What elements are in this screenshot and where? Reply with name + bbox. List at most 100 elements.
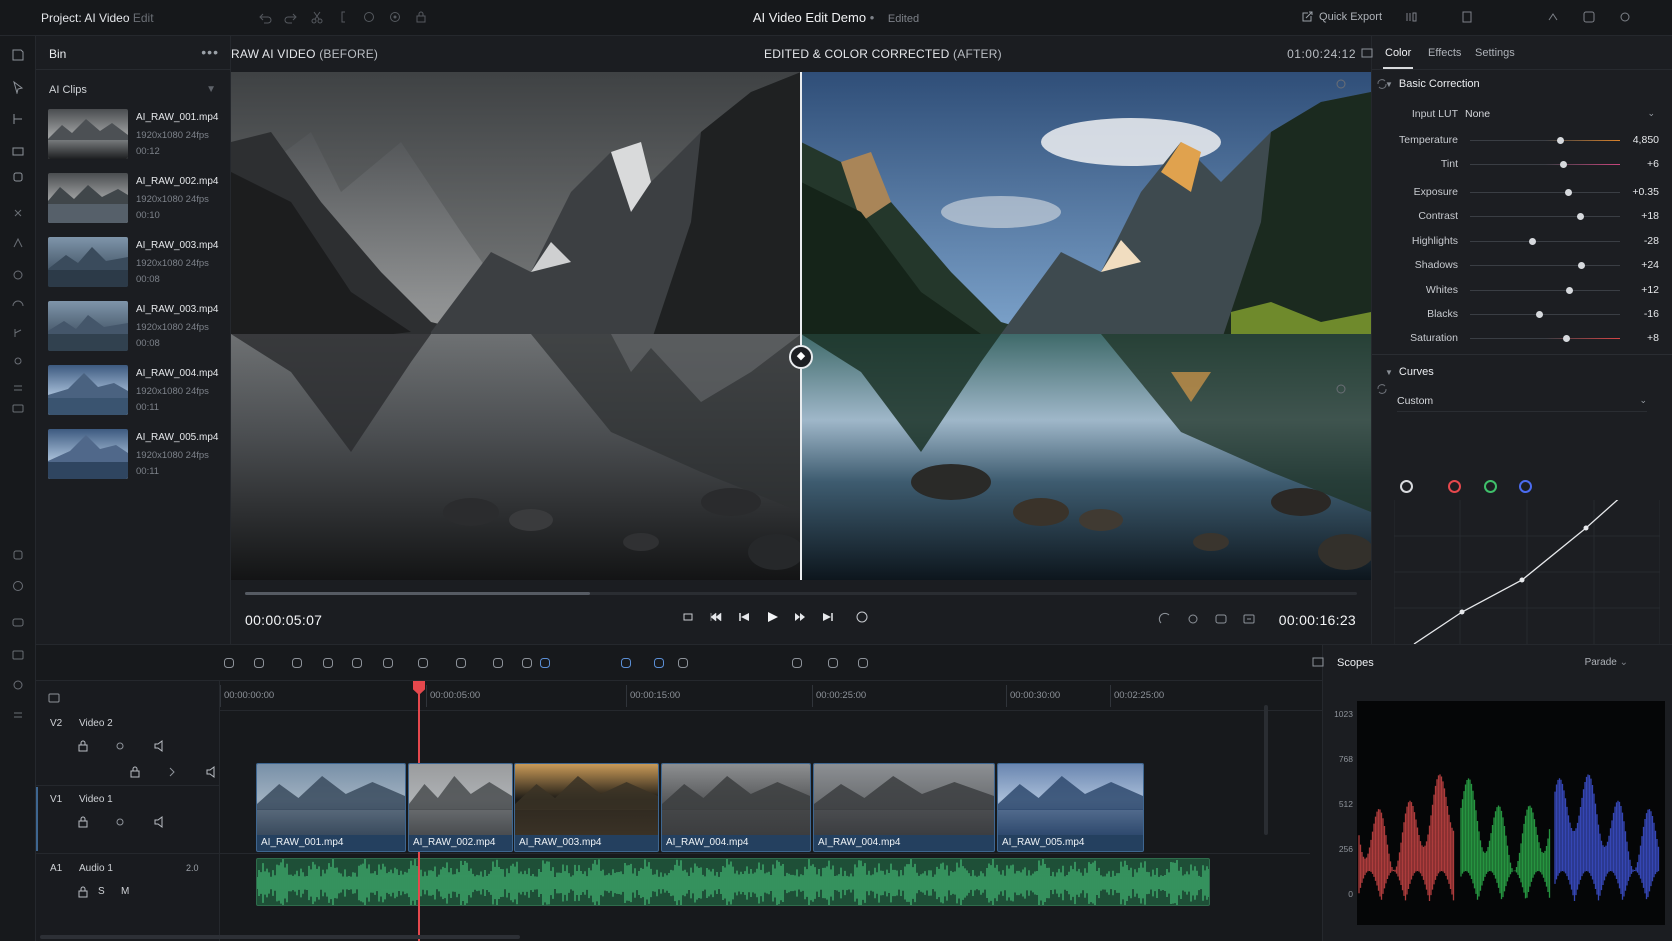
speaker-icon[interactable] xyxy=(205,765,219,779)
slider-track[interactable] xyxy=(1470,238,1620,245)
text-tool-icon[interactable] xyxy=(11,236,25,250)
ripple-icon[interactable] xyxy=(11,678,25,692)
slider-track[interactable] xyxy=(1470,137,1620,144)
ripple-delete-icon[interactable] xyxy=(222,656,236,670)
step-forward-icon[interactable] xyxy=(793,610,807,624)
timeline-video-clip[interactable]: AI_RAW_004.mp4 xyxy=(661,763,811,852)
slider-knob[interactable] xyxy=(1578,262,1585,269)
bin-folder[interactable]: AI Clips xyxy=(49,84,87,96)
tab-settings[interactable]: Settings xyxy=(1475,47,1515,59)
eye-icon[interactable] xyxy=(113,739,127,753)
camera-icon[interactable] xyxy=(11,401,25,415)
step-back-icon[interactable] xyxy=(737,610,751,624)
compare-divider[interactable] xyxy=(800,72,802,580)
slider-knob[interactable] xyxy=(1528,238,1536,245)
marker-icon[interactable] xyxy=(11,381,25,395)
speaker-icon[interactable] xyxy=(153,815,167,829)
audio-sync-icon[interactable] xyxy=(790,656,804,670)
loop-icon[interactable] xyxy=(681,610,695,624)
lock-tracks-icon[interactable] xyxy=(826,656,840,670)
blade-tool-icon[interactable] xyxy=(11,144,25,158)
comment-icon[interactable] xyxy=(11,616,25,630)
skip-back-icon[interactable] xyxy=(709,610,723,624)
lock-icon[interactable] xyxy=(76,739,90,753)
speaker-icon[interactable] xyxy=(153,739,167,753)
timeline-video-clip[interactable]: AI_RAW_001.mp4 xyxy=(256,763,406,852)
slider-contrast[interactable]: Contrast +18 xyxy=(1372,209,1672,225)
scope-expand-icon[interactable] xyxy=(1311,655,1325,669)
scope-mode-dropdown[interactable]: Parade ⌄ xyxy=(1585,657,1628,668)
link-icon[interactable] xyxy=(520,656,534,670)
expand-icon[interactable] xyxy=(1242,612,1256,626)
slider-track[interactable] xyxy=(1470,262,1620,269)
slider-knob[interactable] xyxy=(1576,213,1584,220)
fullscreen-icon[interactable] xyxy=(1460,10,1474,24)
history-icon[interactable] xyxy=(11,579,25,593)
settings-icon[interactable] xyxy=(1618,10,1632,24)
bin-clip[interactable]: AI_RAW_002.mp4 1920x1080 24fps 00:10 xyxy=(48,173,228,229)
timeline-vscrollbar[interactable] xyxy=(1264,705,1268,835)
slider-knob[interactable] xyxy=(1557,137,1564,144)
effects-icon[interactable] xyxy=(11,268,25,282)
timeline-video-clip[interactable]: AI_RAW_005.mp4 xyxy=(997,763,1144,852)
share-icon[interactable] xyxy=(1546,10,1560,24)
curves-header[interactable]: ▼ Curves xyxy=(1385,366,1434,378)
zoom-in-icon[interactable] xyxy=(619,656,633,670)
slider-tint[interactable]: Tint +6 xyxy=(1372,157,1672,173)
slip-icon[interactable] xyxy=(321,656,335,670)
history-icon[interactable] xyxy=(856,656,870,670)
slider-knob[interactable] xyxy=(1536,311,1543,318)
bin-clip[interactable]: AI_RAW_001.mp4 1920x1080 24fps 00:12 xyxy=(48,109,228,165)
layout-icon[interactable] xyxy=(1582,10,1596,24)
audio-clip[interactable] xyxy=(256,858,1210,906)
refresh-icon[interactable] xyxy=(1375,77,1389,91)
slider-knob[interactable] xyxy=(1563,335,1570,342)
render-queue-icon[interactable] xyxy=(1404,10,1418,24)
compare-handle[interactable]: ◆ xyxy=(789,345,813,369)
slider-track[interactable] xyxy=(1470,335,1620,342)
tab-effects[interactable]: Effects xyxy=(1428,47,1461,59)
speed-ramp-icon[interactable] xyxy=(416,656,430,670)
scrub-bar[interactable] xyxy=(245,592,1357,595)
bin-clip[interactable]: AI_RAW_003.mp4 1920x1080 24fps 00:08 xyxy=(48,237,228,293)
marker-icon[interactable] xyxy=(491,656,505,670)
chevron-right-icon[interactable] xyxy=(165,765,179,779)
render-icon[interactable] xyxy=(11,548,25,562)
curves-preset-dropdown[interactable]: Custom ⌄ xyxy=(1397,392,1647,412)
fit-icon[interactable] xyxy=(676,656,690,670)
chevron-down-icon[interactable]: ▼ xyxy=(206,84,216,95)
tab-color[interactable]: Color xyxy=(1382,47,1414,69)
slider-knob[interactable] xyxy=(1566,287,1573,294)
mute-button[interactable]: M xyxy=(121,886,129,897)
solo-button[interactable]: S xyxy=(98,886,105,897)
curves-refresh-icon[interactable] xyxy=(1375,382,1389,396)
keyframe-icon[interactable] xyxy=(11,206,25,220)
zoom-icon[interactable] xyxy=(1158,612,1172,626)
timeline-scrollbar[interactable] xyxy=(40,935,520,939)
audio-tool-icon[interactable] xyxy=(11,170,25,184)
slider-blacks[interactable]: Blacks -16 xyxy=(1372,307,1672,323)
skip-forward-icon[interactable] xyxy=(821,610,835,624)
input-lut-dropdown[interactable]: None ⌄ xyxy=(1465,105,1655,125)
volume-icon[interactable] xyxy=(1186,612,1200,626)
play-icon[interactable] xyxy=(765,610,779,624)
lock-icon[interactable] xyxy=(128,765,142,779)
curve-channel-luma[interactable] xyxy=(1400,480,1413,493)
slider-track[interactable] xyxy=(1470,213,1620,220)
ai-assist-icon[interactable] xyxy=(538,656,552,670)
slider-knob[interactable] xyxy=(1560,161,1567,168)
slider-temperature[interactable]: Temperature 4,850 xyxy=(1372,133,1672,149)
razor-icon[interactable] xyxy=(252,656,266,670)
curves-reset-icon[interactable] xyxy=(1334,382,1348,396)
slider-knob[interactable] xyxy=(1564,189,1572,196)
curves-graph[interactable] xyxy=(1394,500,1660,644)
quick-export-button[interactable]: Quick Export xyxy=(1300,10,1382,24)
lock-icon[interactable] xyxy=(76,815,90,829)
curve-channel-blue[interactable] xyxy=(1519,480,1532,493)
panel-expand-icon[interactable] xyxy=(1360,46,1374,60)
slider-track[interactable] xyxy=(1470,189,1620,196)
timeline-ruler[interactable]: 00:00:00:00 00:00:05:00 00:00:15:00 00:00:2… xyxy=(220,681,1322,711)
slider-exposure[interactable]: Exposure +0.35 xyxy=(1372,185,1672,201)
select-tool-icon[interactable] xyxy=(11,80,25,94)
trim-tool-icon[interactable] xyxy=(11,112,25,126)
